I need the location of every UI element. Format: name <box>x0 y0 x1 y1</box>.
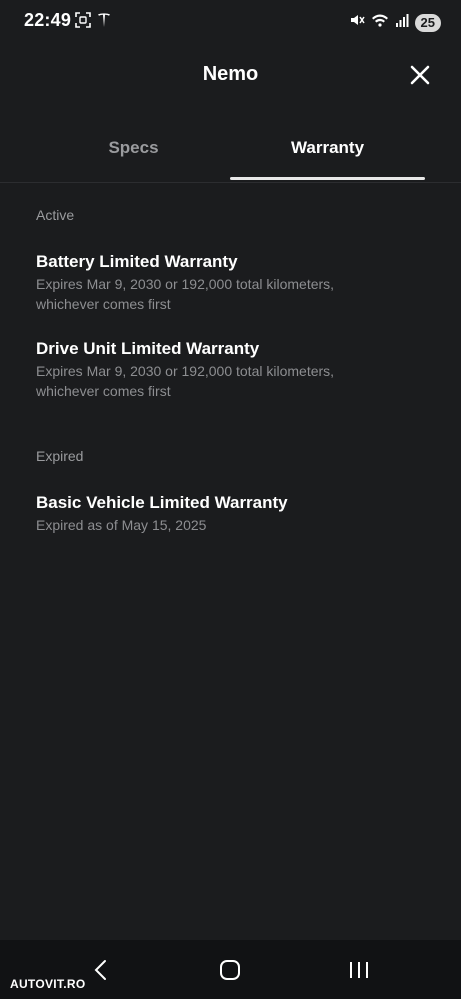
signal-icon <box>395 13 409 32</box>
warranty-item-title: Drive Unit Limited Warranty <box>36 339 260 358</box>
watermark: AUTOVIT.RO <box>10 977 86 991</box>
close-icon <box>410 65 430 85</box>
warranty-item-title: Basic Vehicle Limited Warranty <box>36 493 288 512</box>
section-label-active: Active <box>36 207 75 223</box>
screenshot-icon <box>75 12 91 33</box>
mute-icon <box>349 12 365 33</box>
wifi-icon <box>371 12 389 33</box>
back-icon <box>94 960 106 980</box>
warranty-item-desc-line1: Expires Mar 9, 2030 or 192,000 total kil… <box>36 276 335 292</box>
status-left-icons <box>75 12 111 33</box>
warranty-item-desc-line1: Expires Mar 9, 2030 or 192,000 total kil… <box>36 363 335 379</box>
tab-specs[interactable]: Specs <box>36 118 231 180</box>
header: Nemo <box>0 48 461 104</box>
tab-bar: Specs Warranty <box>0 118 461 183</box>
recents-icon <box>350 962 368 978</box>
back-button[interactable] <box>92 959 108 986</box>
warranty-item-desc-line1: Expired as of May 15, 2025 <box>36 517 207 533</box>
warranty-item-desc-line2: whichever comes first <box>36 296 171 312</box>
section-label-expired: Expired <box>36 448 84 464</box>
close-button[interactable] <box>409 64 431 86</box>
navigation-bar: AUTOVIT.RO <box>0 940 461 999</box>
home-button[interactable] <box>219 959 241 986</box>
tab-indicator <box>230 177 425 180</box>
status-bar: 22:49 25 <box>0 0 461 44</box>
tesla-logo-icon <box>97 12 111 33</box>
recents-button[interactable] <box>348 960 370 985</box>
status-right-icons: 25 <box>349 12 441 33</box>
battery-badge: 25 <box>414 13 441 32</box>
status-time: 22:49 <box>24 10 72 30</box>
home-icon <box>220 960 240 980</box>
tab-warranty[interactable]: Warranty <box>230 118 425 180</box>
page-title: Nemo <box>202 63 259 85</box>
warranty-item-desc-line2: whichever comes first <box>36 383 171 399</box>
warranty-item-title: Battery Limited Warranty <box>36 252 238 271</box>
